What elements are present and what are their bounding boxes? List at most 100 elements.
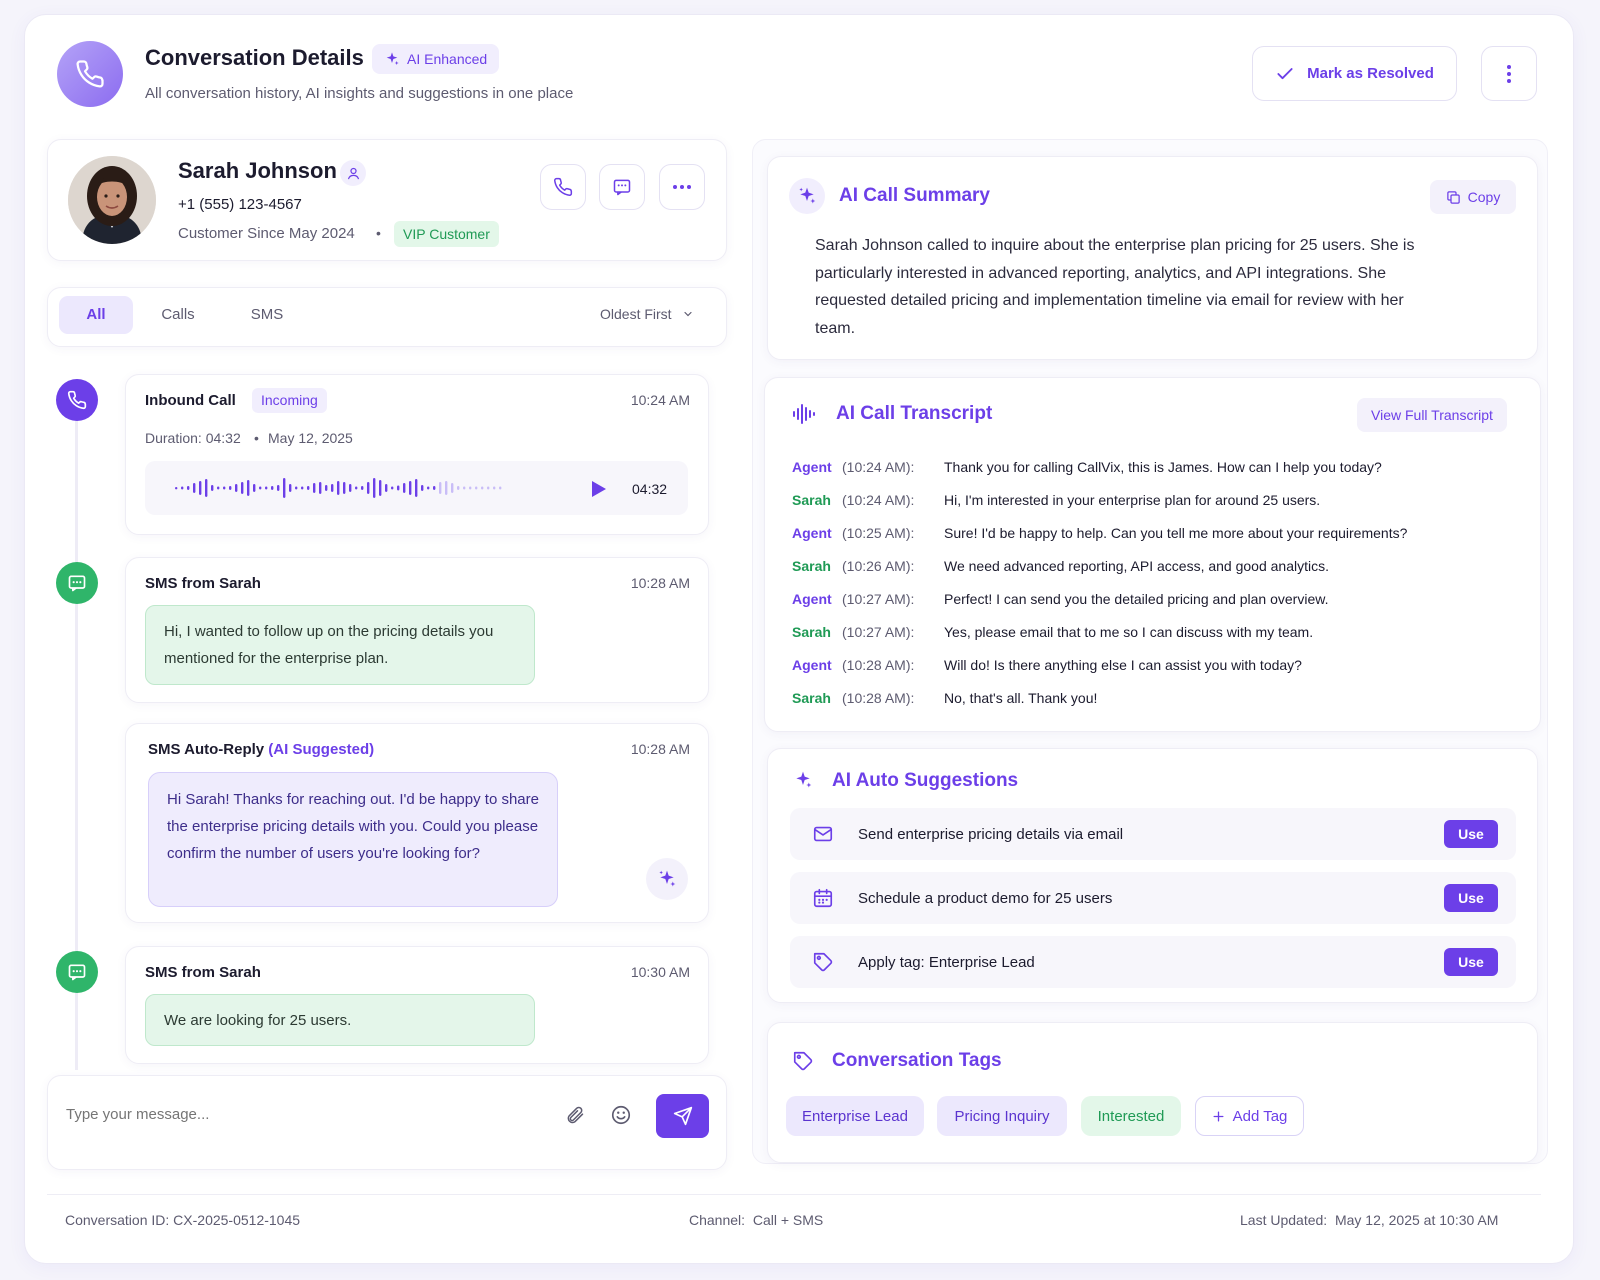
more-options-button[interactable] bbox=[1481, 46, 1537, 101]
waveform-icon bbox=[793, 404, 815, 424]
transcript-text: Perfect! I can send you the detailed pri… bbox=[944, 591, 1329, 607]
add-tag-button[interactable]: Add Tag bbox=[1195, 1096, 1304, 1136]
transcript-speaker: Agent bbox=[792, 591, 832, 607]
use-suggestion-button[interactable]: Use bbox=[1444, 820, 1498, 848]
profile-icon[interactable] bbox=[340, 160, 366, 186]
waveform-bar bbox=[313, 483, 316, 493]
waveform-bar bbox=[241, 482, 244, 494]
page-subtitle: All conversation history, AI insights an… bbox=[145, 85, 574, 102]
use-suggestion-button[interactable]: Use bbox=[1444, 884, 1498, 912]
call-date: May 12, 2025 bbox=[268, 430, 353, 446]
waveform-bar bbox=[475, 486, 478, 490]
view-full-transcript-button[interactable]: View Full Transcript bbox=[1357, 398, 1507, 432]
tab-calls[interactable]: Calls bbox=[145, 296, 211, 334]
transcript-speaker: Agent bbox=[792, 525, 832, 541]
mail-icon bbox=[813, 826, 833, 842]
waveform-bar bbox=[295, 486, 298, 490]
phone-icon bbox=[76, 60, 104, 88]
paperclip-icon bbox=[567, 1106, 584, 1124]
tag-enterprise-lead[interactable]: Enterprise Lead bbox=[786, 1096, 924, 1136]
attach-button[interactable] bbox=[562, 1102, 588, 1128]
waveform-bar bbox=[283, 478, 286, 498]
calendar-icon bbox=[813, 888, 833, 908]
sms-bubble: We are looking for 25 users. bbox=[145, 994, 535, 1046]
waveform-bar bbox=[433, 486, 436, 490]
tag-icon bbox=[793, 1051, 813, 1071]
contact-more-button[interactable] bbox=[659, 164, 705, 210]
transcript-text: Thank you for calling CallVix, this is J… bbox=[944, 459, 1382, 475]
waveform-bar bbox=[385, 484, 388, 492]
send-button[interactable] bbox=[656, 1094, 709, 1138]
transcript-line: Agent (10:25 AM): Sure! I'd be happy to he… bbox=[792, 525, 1512, 545]
use-suggestion-button[interactable]: Use bbox=[1444, 948, 1498, 976]
chat-icon bbox=[68, 575, 86, 592]
waveform-bar bbox=[343, 482, 346, 494]
mark-resolved-button[interactable]: Mark as Resolved bbox=[1252, 46, 1457, 101]
ai-enhanced-badge: AI Enhanced bbox=[372, 44, 500, 74]
sparkle-icon bbox=[799, 187, 816, 204]
message-input[interactable] bbox=[66, 1096, 536, 1132]
plus-icon bbox=[1213, 1111, 1224, 1121]
transcript-text: Will do! Is there anything else I can as… bbox=[944, 657, 1302, 673]
emoji-button[interactable] bbox=[608, 1102, 634, 1128]
waveform-bar bbox=[457, 486, 460, 490]
page-title: Conversation Details bbox=[145, 45, 364, 70]
suggestion-row: Schedule a product demo for 25 users Use bbox=[790, 872, 1516, 924]
audio-duration: 04:32 bbox=[632, 481, 668, 497]
waveform-bar bbox=[235, 484, 238, 492]
transcript-time: (10:28 AM): bbox=[842, 690, 915, 706]
waveform-bar bbox=[409, 481, 412, 495]
sparkle-icon bbox=[796, 771, 812, 788]
tag-pricing-inquiry[interactable]: Pricing Inquiry bbox=[937, 1096, 1067, 1136]
ai-regenerate-button[interactable] bbox=[646, 858, 688, 900]
waveform-bar bbox=[205, 479, 208, 497]
waveform-bar bbox=[355, 486, 358, 490]
sort-dropdown[interactable]: Oldest First bbox=[600, 306, 694, 322]
channel-info: Channel: Call + SMS bbox=[689, 1212, 823, 1228]
summary-title: AI Call Summary bbox=[839, 185, 990, 206]
waveform[interactable] bbox=[175, 473, 510, 503]
ai-suggested-label: (AI Suggested) bbox=[268, 741, 375, 758]
conversation-id: Conversation ID: CX-2025-0512-1045 bbox=[65, 1212, 300, 1228]
waveform-bar bbox=[427, 486, 430, 490]
play-icon bbox=[592, 481, 606, 497]
tags-title: Conversation Tags bbox=[832, 1050, 1002, 1071]
auto-reply-title-text: SMS Auto-Reply bbox=[148, 741, 265, 758]
waveform-bar bbox=[487, 486, 490, 490]
suggestion-text: Send enterprise pricing details via emai… bbox=[858, 825, 1124, 843]
tag-interested[interactable]: Interested bbox=[1081, 1096, 1181, 1136]
sparkle-icon bbox=[659, 870, 676, 887]
vip-badge: VIP Customer bbox=[394, 221, 499, 247]
copy-button[interactable]: Copy bbox=[1430, 180, 1516, 214]
transcript-speaker: Sarah bbox=[792, 624, 831, 640]
tab-all[interactable]: All bbox=[59, 296, 133, 334]
transcript-text: Hi, I'm interested in your enterprise pl… bbox=[944, 492, 1321, 508]
waveform-bar bbox=[229, 486, 232, 490]
waveform-bar bbox=[373, 478, 376, 498]
waveform-bar bbox=[247, 480, 250, 496]
sms-title: SMS from Sarah bbox=[145, 575, 261, 592]
header-phone-avatar bbox=[57, 41, 123, 107]
copy-label: Copy bbox=[1467, 189, 1501, 205]
sms-bubble: Hi, I wanted to follow up on the pricing… bbox=[145, 605, 535, 685]
waveform-bar bbox=[493, 486, 496, 490]
ai-enhanced-label: AI Enhanced bbox=[407, 51, 488, 67]
footer-divider bbox=[47, 1194, 1541, 1195]
waveform-bar bbox=[331, 484, 334, 492]
call-contact-button[interactable] bbox=[540, 164, 586, 210]
conversation-id-value: CX-2025-0512-1045 bbox=[173, 1212, 301, 1228]
sms-timeline-icon bbox=[56, 562, 98, 604]
customer-since: Customer Since May 2024 bbox=[178, 225, 355, 242]
call-timeline-icon bbox=[56, 379, 98, 421]
transcript-text: No, that's all. Thank you! bbox=[944, 690, 1098, 706]
copy-icon bbox=[1446, 190, 1460, 204]
play-button[interactable] bbox=[584, 474, 614, 504]
message-contact-button[interactable] bbox=[599, 164, 645, 210]
waveform-bar bbox=[325, 485, 328, 491]
tab-sms[interactable]: SMS bbox=[232, 296, 302, 334]
transcript-speaker: Agent bbox=[792, 459, 832, 475]
transcript-time: (10:25 AM): bbox=[842, 525, 915, 541]
transcript-speaker: Sarah bbox=[792, 492, 831, 508]
summary-icon-wrap bbox=[789, 178, 825, 214]
contact-name: Sarah Johnson bbox=[178, 158, 337, 183]
